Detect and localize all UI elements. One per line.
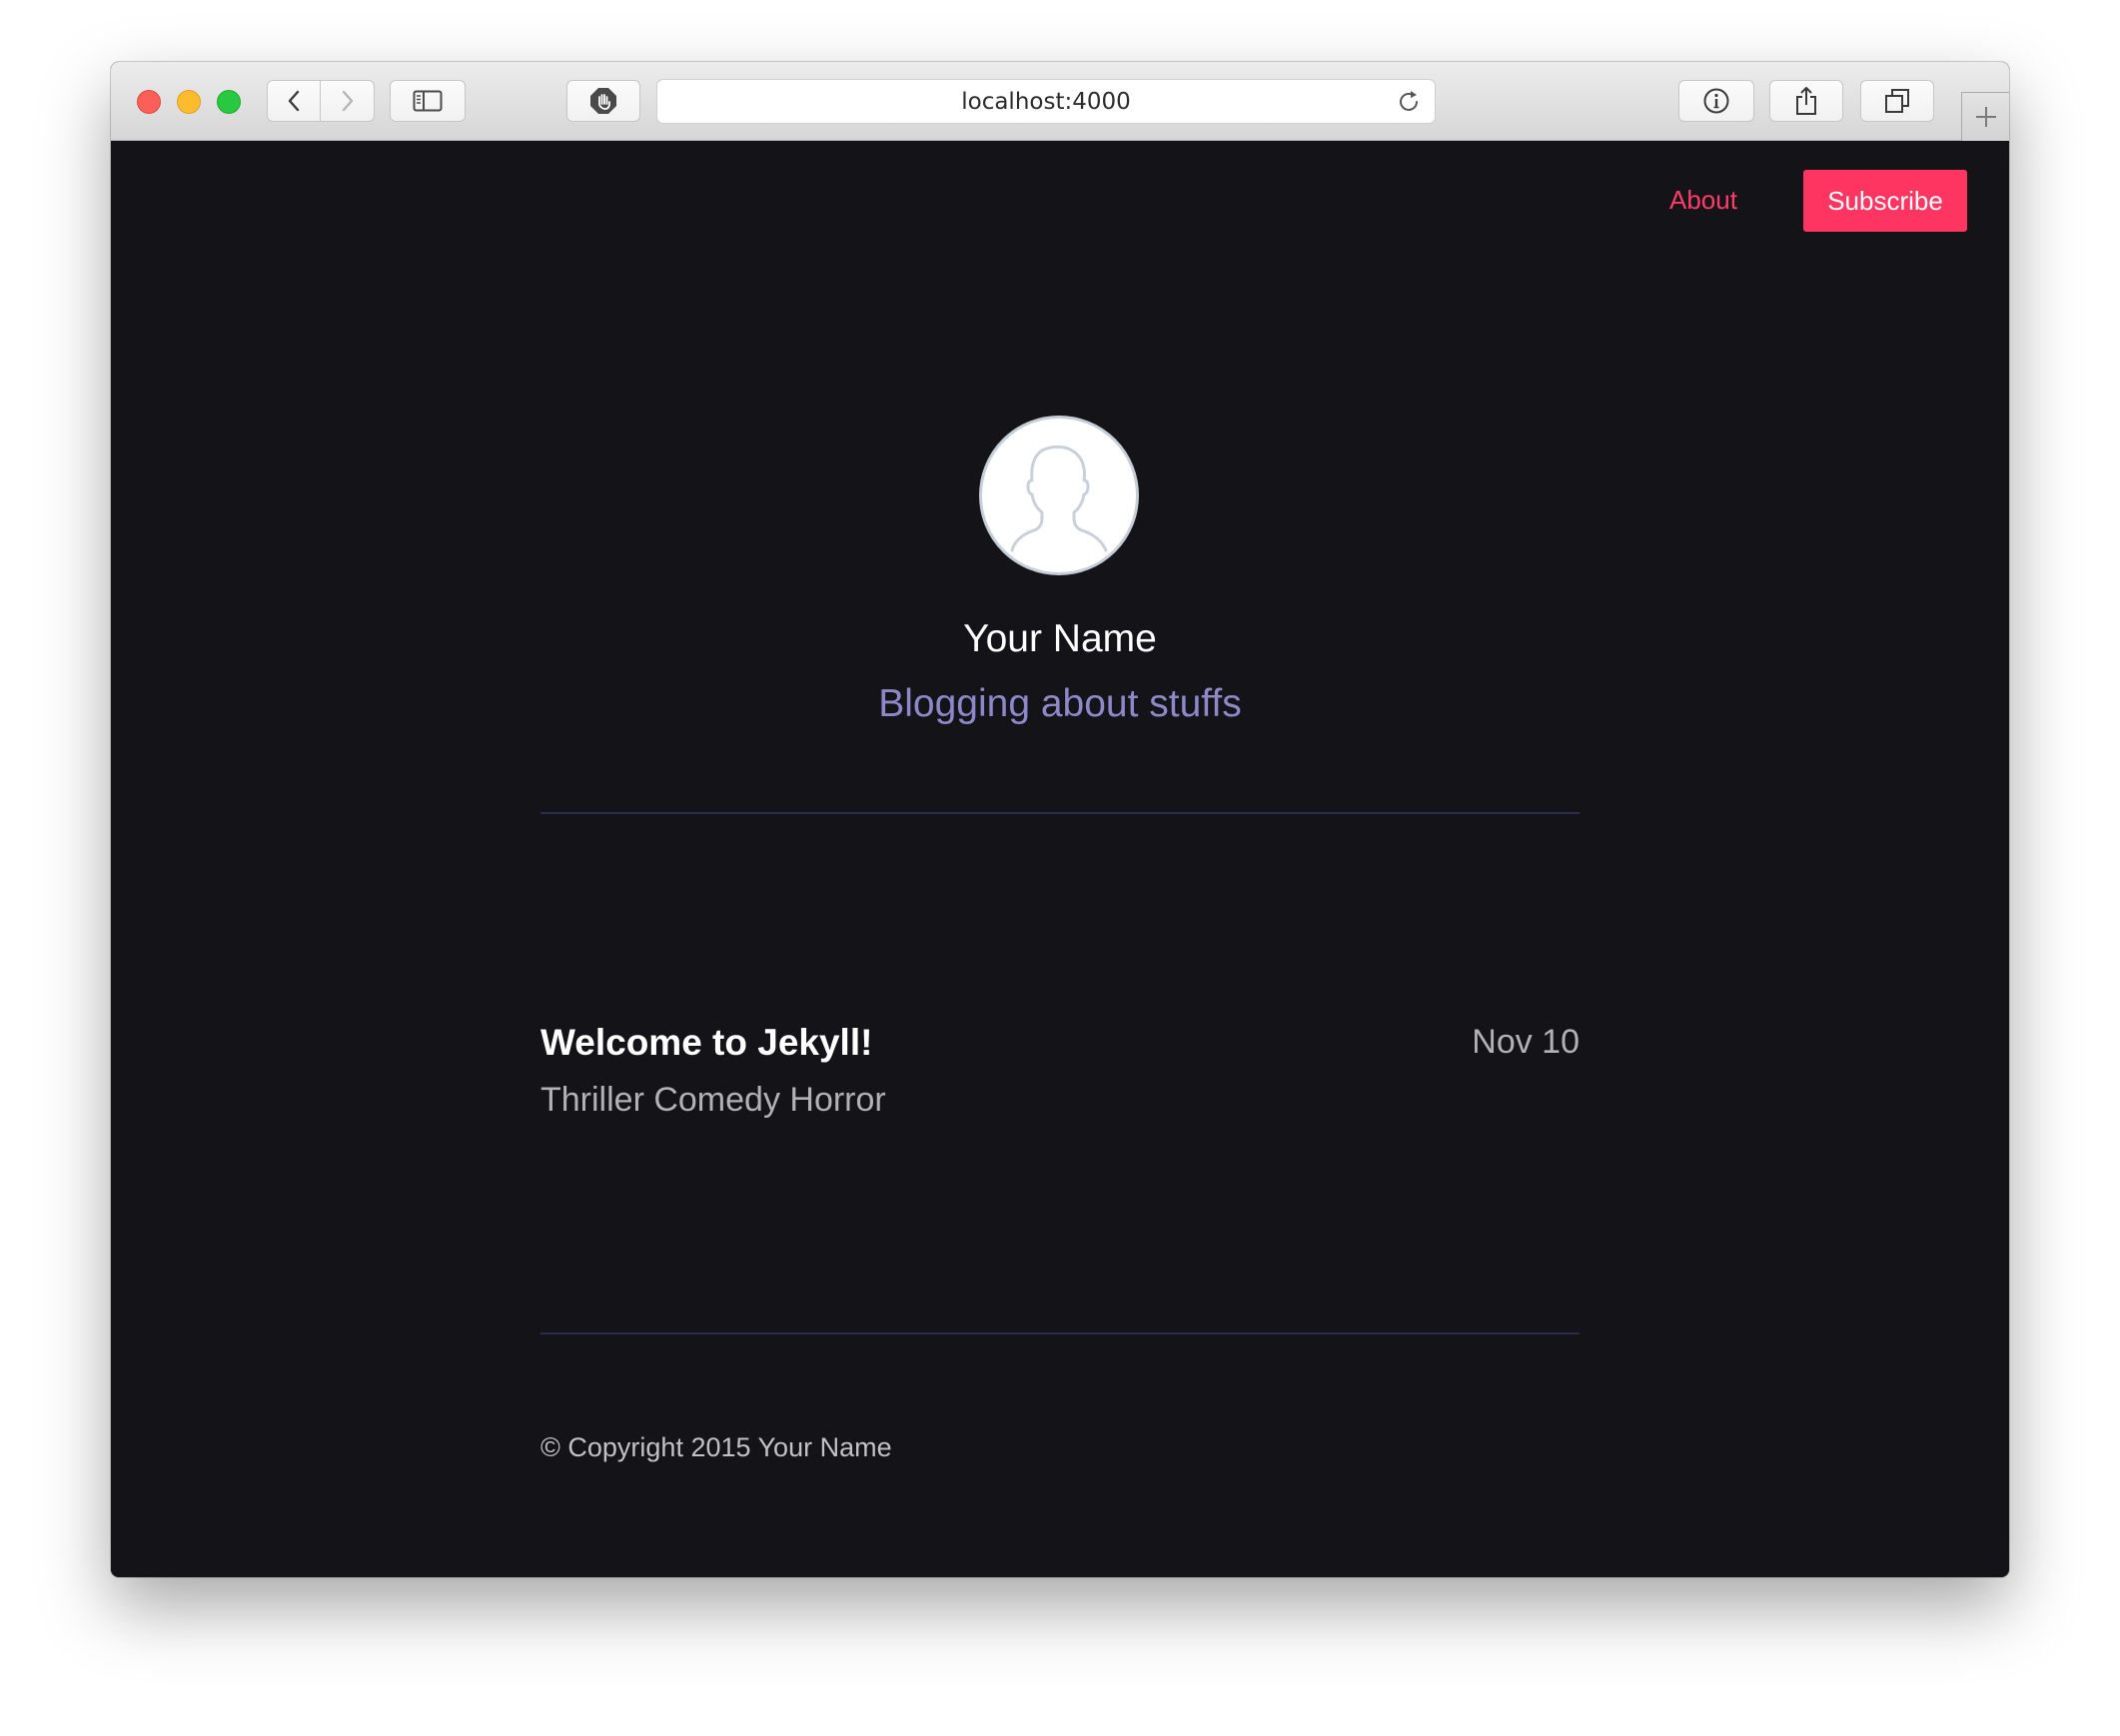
- sidebar-icon: [413, 90, 443, 112]
- zoom-window-button[interactable]: [217, 90, 241, 114]
- info-icon: [1703, 88, 1729, 114]
- share-button[interactable]: [1769, 80, 1843, 122]
- page-content: About Subscribe Your Name Blogging about…: [111, 141, 2009, 1577]
- tabs-overview-icon: [1885, 89, 1909, 113]
- divider: [540, 1332, 1580, 1334]
- content-blocker-button[interactable]: [566, 80, 640, 122]
- address-bar[interactable]: localhost:4000: [656, 79, 1436, 124]
- chevron-left-icon: [288, 90, 300, 112]
- user-silhouette-icon: [1010, 444, 1108, 552]
- post-list-item[interactable]: Welcome to Jekyll! Nov 10 Thriller Comed…: [540, 1022, 1580, 1152]
- avatar: [979, 416, 1139, 575]
- sidebar-toggle-button[interactable]: [390, 80, 466, 122]
- browser-window: localhost:4000 About Subscribe Your Name…: [111, 62, 2009, 1577]
- share-icon: [1796, 87, 1816, 115]
- reload-icon[interactable]: [1396, 89, 1422, 115]
- browser-toolbar: localhost:4000: [111, 62, 2009, 141]
- subscribe-button[interactable]: Subscribe: [1803, 170, 1967, 232]
- minimize-window-button[interactable]: [177, 90, 201, 114]
- site-name: Your Name: [963, 617, 1157, 660]
- chevron-right-icon: [342, 90, 353, 112]
- back-button[interactable]: [267, 80, 321, 122]
- forward-button[interactable]: [321, 80, 375, 122]
- site-tagline: Blogging about stuffs: [878, 682, 1242, 725]
- nav-about-link[interactable]: About: [1669, 185, 1737, 216]
- info-button[interactable]: [1678, 80, 1754, 122]
- post-date: Nov 10: [1472, 1023, 1580, 1061]
- tab-overview-button[interactable]: [1860, 80, 1934, 122]
- address-url: localhost:4000: [961, 89, 1131, 115]
- close-window-button[interactable]: [137, 90, 161, 114]
- hand-stop-icon: [590, 88, 616, 114]
- post-tags: Thriller Comedy Horror: [540, 1081, 886, 1119]
- footer-copyright: © Copyright 2015 Your Name: [540, 1432, 892, 1462]
- post-title[interactable]: Welcome to Jekyll!: [540, 1022, 872, 1064]
- divider: [540, 812, 1580, 814]
- new-tab-button[interactable]: [1961, 92, 2009, 141]
- plus-icon: [1975, 107, 1996, 127]
